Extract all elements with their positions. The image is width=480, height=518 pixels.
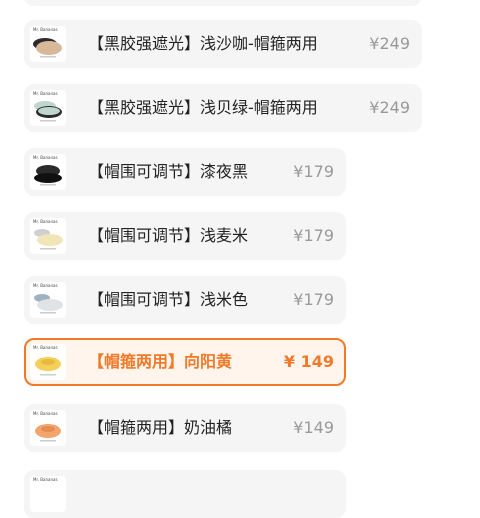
variant-title: 【帽围可调节】浅麦米 — [88, 226, 249, 245]
product-thumbnail: Mr. Bananas — [30, 410, 66, 446]
variant-option-sunny-yellow-selected[interactable]: Mr. Bananas 【帽箍两用】向阳黄 ¥ 149 — [24, 338, 346, 386]
variant-option-partial-bottom[interactable]: Mr. Bananas — [24, 470, 346, 518]
variant-title: 【帽围可调节】浅米色 — [88, 290, 249, 309]
hat-icon — [35, 357, 61, 376]
variant-option-partial-top[interactable] — [24, 0, 422, 6]
product-thumbnail: Mr. Bananas — [30, 218, 66, 254]
product-thumbnail: Mr. Bananas — [30, 282, 66, 318]
variant-price: ¥179 — [293, 290, 334, 309]
variant-option-list: Mr. Bananas 【黑胶强遮光】浅沙咖-帽箍两用 ¥249 Mr. Ban… — [0, 0, 480, 518]
variant-option-cream-orange[interactable]: Mr. Bananas 【帽箍两用】奶油橘 ¥149 — [24, 404, 346, 452]
variant-option-shell-green[interactable]: Mr. Bananas 【黑胶强遮光】浅贝绿-帽箍两用 ¥249 — [24, 84, 422, 132]
product-thumbnail: Mr. Bananas — [30, 154, 66, 190]
variant-option-lacquer-black[interactable]: Mr. Bananas 【帽围可调节】漆夜黑 ¥179 — [24, 148, 346, 196]
hat-icon — [33, 38, 62, 58]
product-thumbnail: Mr. Bananas — [30, 90, 66, 126]
variant-title: 【帽箍两用】奶油橘 — [88, 418, 233, 437]
variant-option-sand-coffee[interactable]: Mr. Bananas 【黑胶强遮光】浅沙咖-帽箍两用 ¥249 — [24, 20, 422, 68]
variant-price: ¥249 — [369, 34, 410, 53]
variant-title: 【帽箍两用】向阳黄 — [88, 352, 233, 371]
variant-price: ¥ 149 — [283, 352, 334, 371]
hat-icon — [35, 424, 61, 442]
variant-price: ¥179 — [293, 162, 334, 181]
hat-icon — [34, 294, 63, 314]
product-thumbnail: Mr. Bananas — [30, 476, 66, 512]
variant-option-light-beige[interactable]: Mr. Bananas 【帽围可调节】浅米色 ¥179 — [24, 276, 346, 324]
product-thumbnail: Mr. Bananas — [30, 344, 66, 380]
variant-title: 【黑胶强遮光】浅沙咖-帽箍两用 — [88, 34, 318, 53]
variant-price: ¥179 — [293, 226, 334, 245]
variant-option-wheat-beige[interactable]: Mr. Bananas 【帽围可调节】浅麦米 ¥179 — [24, 212, 346, 260]
product-thumbnail: Mr. Bananas — [30, 26, 66, 62]
thumb-brand-text: Mr. Bananas — [33, 477, 58, 482]
variant-price: ¥249 — [369, 98, 410, 117]
hat-icon — [34, 165, 62, 186]
hat-icon — [34, 101, 62, 122]
variant-title: 【黑胶强遮光】浅贝绿-帽箍两用 — [88, 98, 318, 117]
hat-icon — [34, 229, 63, 250]
variant-title: 【帽围可调节】漆夜黑 — [88, 162, 249, 181]
variant-price: ¥149 — [293, 418, 334, 437]
